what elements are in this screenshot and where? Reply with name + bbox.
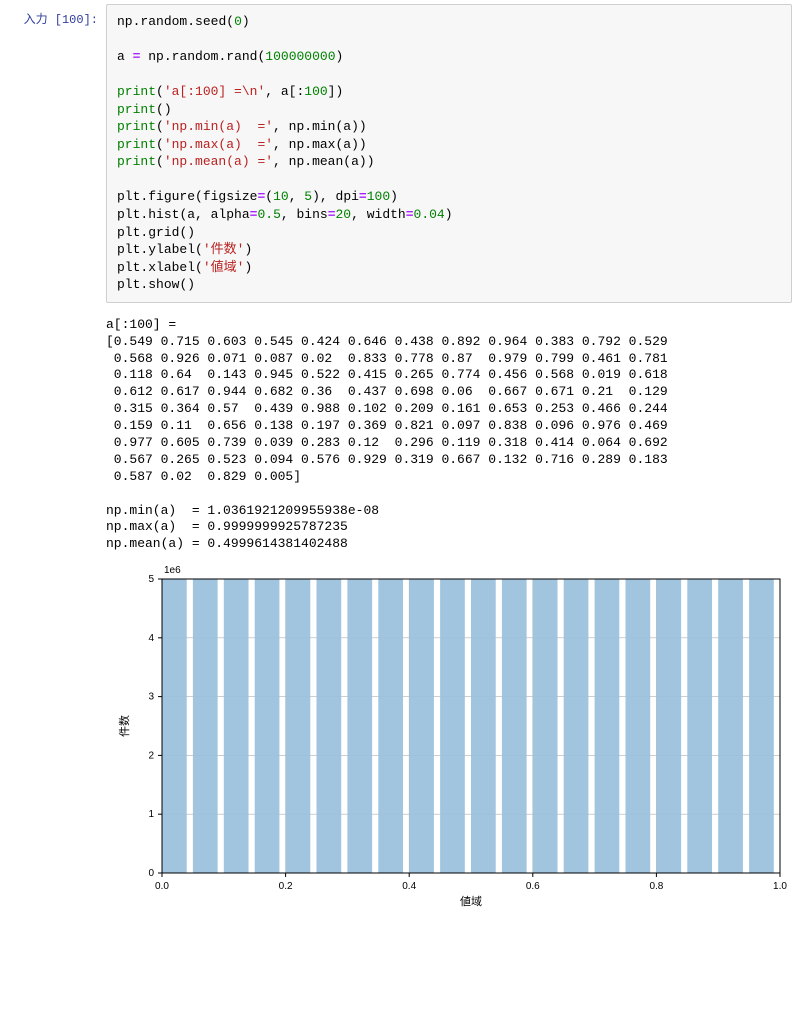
y-tick-label: 0 bbox=[148, 868, 154, 879]
histogram-bar bbox=[317, 579, 342, 873]
histogram-bar bbox=[162, 579, 187, 873]
y-tick-label: 3 bbox=[148, 692, 154, 703]
histogram-bar bbox=[378, 579, 403, 873]
histogram-bar bbox=[409, 579, 434, 873]
histogram-bar bbox=[502, 579, 527, 873]
output-prompt-spacer bbox=[0, 311, 106, 912]
histogram-bar bbox=[595, 579, 620, 873]
x-tick-label: 0.2 bbox=[279, 881, 293, 892]
histogram-bar bbox=[749, 579, 774, 873]
histogram-bar bbox=[286, 579, 311, 873]
x-tick-label: 0.6 bbox=[526, 881, 540, 892]
input-prompt: 入力 [100]: bbox=[0, 4, 106, 303]
x-tick-label: 1.0 bbox=[773, 881, 787, 892]
histogram-bar bbox=[224, 579, 249, 873]
y-scale-exponent: 1e6 bbox=[164, 565, 181, 576]
x-tick-label: 0.8 bbox=[649, 881, 663, 892]
histogram-bar bbox=[255, 579, 280, 873]
histogram-bar bbox=[626, 579, 651, 873]
y-tick-label: 5 bbox=[148, 574, 154, 585]
output-area: a[:100] = [0.549 0.715 0.603 0.545 0.424… bbox=[106, 311, 800, 912]
histogram-bar bbox=[533, 579, 558, 873]
x-tick-label: 0.0 bbox=[155, 881, 169, 892]
stdout-text: a[:100] = [0.549 0.715 0.603 0.545 0.424… bbox=[106, 317, 792, 553]
histogram-bar bbox=[718, 579, 743, 873]
histogram-bar bbox=[347, 579, 372, 873]
y-axis-label: 件数 bbox=[118, 715, 131, 737]
output-cell: a[:100] = [0.549 0.715 0.603 0.545 0.424… bbox=[0, 307, 800, 916]
histogram-bar bbox=[656, 579, 681, 873]
y-tick-label: 4 bbox=[148, 633, 154, 644]
code-input-area[interactable]: np.random.seed(0) a = np.random.rand(100… bbox=[106, 4, 792, 303]
histogram-bar bbox=[193, 579, 218, 873]
histogram-bar bbox=[564, 579, 589, 873]
histogram-bar bbox=[471, 579, 496, 873]
y-tick-label: 1 bbox=[148, 809, 154, 820]
code-content: np.random.seed(0) a = np.random.rand(100… bbox=[117, 13, 781, 294]
x-tick-label: 0.4 bbox=[402, 881, 416, 892]
x-axis-label: 値域 bbox=[460, 895, 482, 908]
histogram-bar bbox=[440, 579, 465, 873]
histogram-figure: 1e6 0.0 0.2 0.4 0.6 0.8 1.0 0 1 2 3 4 5 値域 件数 bbox=[106, 559, 792, 912]
input-cell: 入力 [100]: np.random.seed(0) a = np.rando… bbox=[0, 0, 800, 307]
y-tick-label: 2 bbox=[148, 751, 154, 762]
histogram-bar bbox=[687, 579, 712, 873]
histogram-svg: 1e6 0.0 0.2 0.4 0.6 0.8 1.0 0 1 2 3 4 5 値域 件数 bbox=[112, 559, 792, 909]
